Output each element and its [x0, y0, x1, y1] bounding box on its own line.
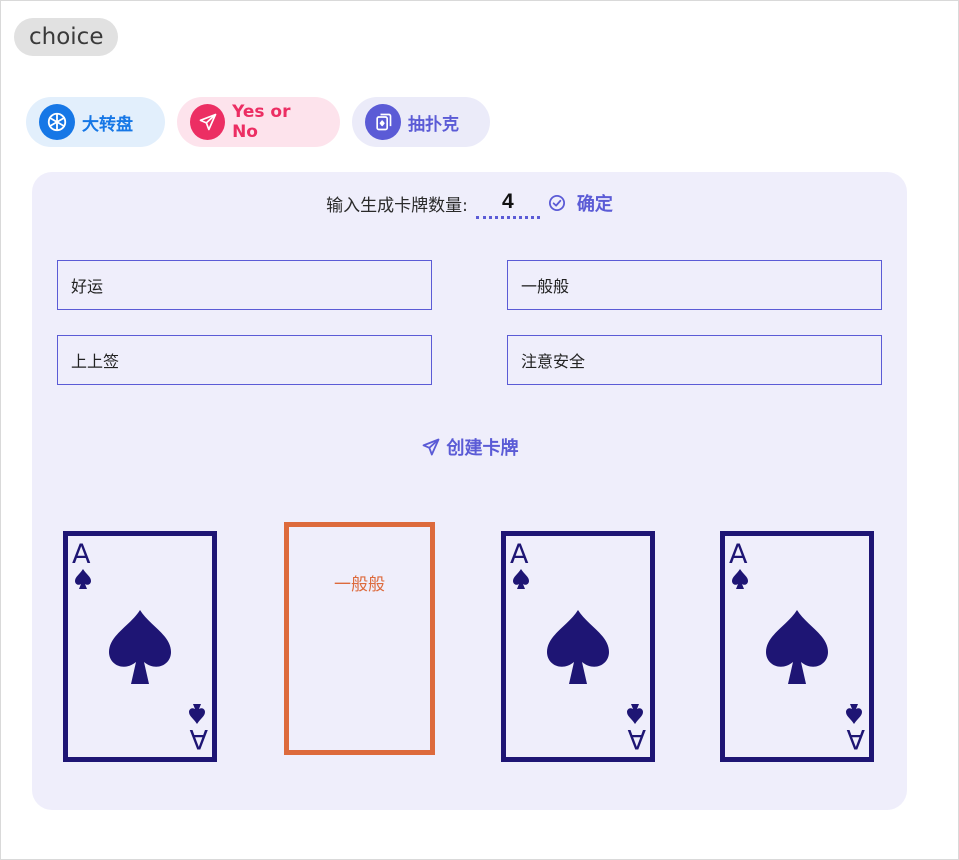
- confirm-label: 确定: [576, 194, 613, 215]
- spade-large-icon: [109, 610, 171, 684]
- card-rank-bottom: A: [846, 723, 865, 754]
- playing-card-2-revealed[interactable]: 一般般: [284, 522, 435, 755]
- playing-card-4[interactable]: A A: [720, 531, 874, 762]
- confirm-button[interactable]: 确定: [548, 190, 613, 216]
- spade-large-icon: [547, 610, 609, 684]
- card-count-row: 输入生成卡牌数量: 确定: [32, 187, 907, 219]
- poker-card-icon: [365, 104, 401, 140]
- card-rank-top: A: [72, 539, 91, 570]
- tab-yes-or-no[interactable]: Yes or No: [177, 97, 340, 147]
- create-cards-label: 创建卡牌: [446, 438, 519, 459]
- playing-card-1[interactable]: A A: [63, 531, 217, 762]
- tab-poker[interactable]: 抽扑克: [352, 97, 490, 147]
- send-icon: [190, 104, 226, 140]
- card-rank-bottom: A: [189, 723, 208, 754]
- tab-wheel[interactable]: 大转盘: [26, 97, 165, 147]
- spade-small-icon: [513, 569, 529, 589]
- app-title: choice: [14, 18, 119, 56]
- tab-yes-or-no-label: Yes or No: [232, 102, 291, 142]
- card-text-field-3[interactable]: 上上签: [57, 335, 432, 385]
- card-text-field-2[interactable]: 一般般: [507, 260, 882, 310]
- spade-small-icon: [75, 569, 91, 589]
- tool-tabs: 大转盘 Yes or No 抽扑克: [26, 97, 502, 147]
- card-rank-bottom: A: [627, 723, 646, 754]
- spade-small-icon: [732, 569, 748, 589]
- spade-large-icon: [766, 610, 828, 684]
- card-text-field-4[interactable]: 注意安全: [507, 335, 882, 385]
- card-rank-top: A: [729, 539, 748, 570]
- check-circle-icon: [548, 194, 565, 212]
- card-count-label: 输入生成卡牌数量:: [326, 195, 468, 216]
- create-cards-button[interactable]: 创建卡牌: [32, 434, 907, 460]
- snowflake-icon: [39, 104, 75, 140]
- tab-poker-label: 抽扑克: [408, 114, 459, 135]
- playing-card-3[interactable]: A A: [501, 531, 655, 762]
- poker-panel: 输入生成卡牌数量: 确定 好运 一般般 上上签 注意安全 创建卡牌 A A: [32, 172, 907, 810]
- card-rank-top: A: [510, 539, 529, 570]
- card-count-input[interactable]: [475, 187, 540, 219]
- card-text-field-1[interactable]: 好运: [57, 260, 432, 310]
- send-icon: [422, 438, 439, 456]
- tab-wheel-label: 大转盘: [82, 114, 133, 135]
